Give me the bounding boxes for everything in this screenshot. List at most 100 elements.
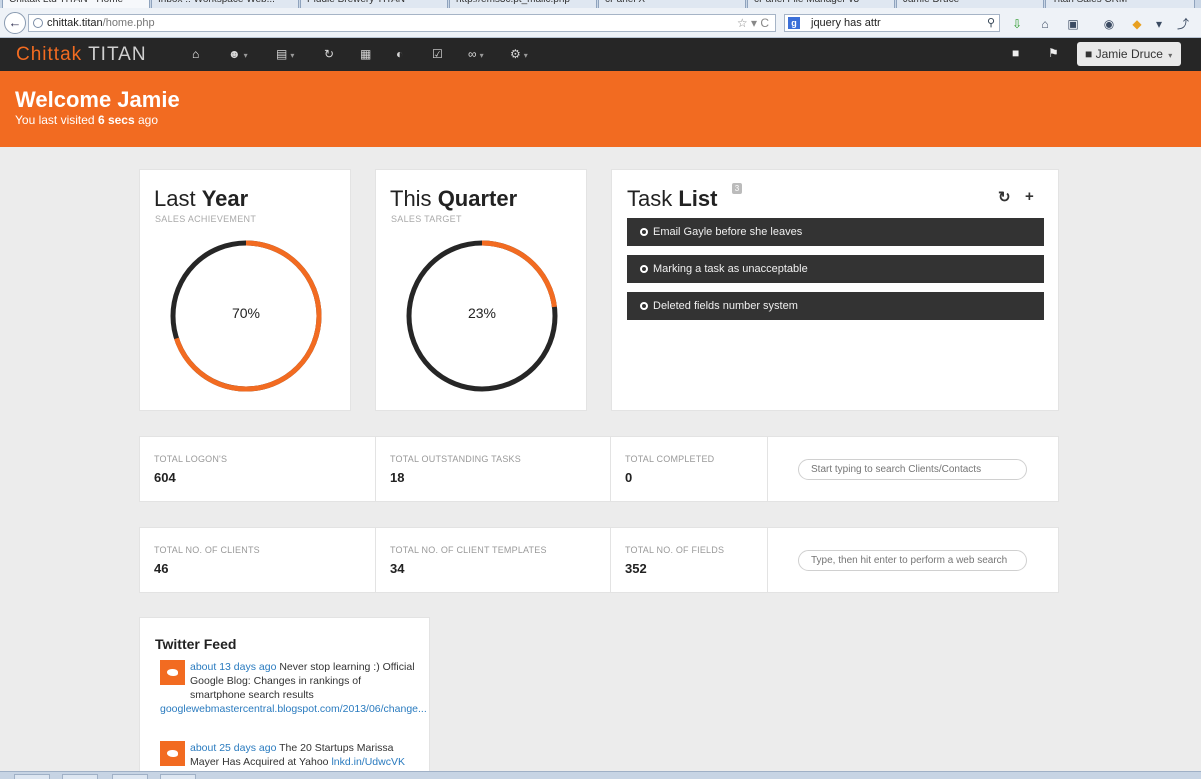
kpi-card-last-year: Last Year SALES ACHIEVEMENT 70% [139,169,351,411]
task-list-card: Task List 3 ↻ + Email Gayle before she l… [611,169,1059,411]
checkbox-icon[interactable] [640,228,648,236]
browser-search-input[interactable]: g jquery has attr ⚲ [784,14,1000,32]
browser-tab[interactable]: Titan Sales CRM [1045,0,1195,8]
chevron-down-icon: ▾ [523,51,528,60]
chevron-down-icon: ▾ [243,51,248,60]
extension-icon[interactable]: ◆ [1130,17,1144,31]
comment-icon[interactable]: ■ [1012,46,1019,60]
calendar-icon[interactable]: ▦ [360,46,371,62]
stat-completed: TOTAL COMPLETED 0 [611,437,768,501]
donut-percent-label: 70% [231,305,261,321]
client-search-input[interactable] [798,459,1027,480]
link-icon[interactable]: ∞ ▾ [468,46,484,62]
gear-icon[interactable]: ⚙ ▾ [510,46,528,62]
stat-client-templates: TOTAL NO. OF CLIENT TEMPLATES 34 [376,528,611,592]
kpi-subtitle: SALES TARGET [391,214,462,224]
stats-row-clients: TOTAL NO. OF CLIENTS 46 TOTAL NO. OF CLI… [139,527,1059,593]
stat-label: TOTAL NO. OF FIELDS [625,545,725,555]
app-navbar: Chittak TITAN ⌂ ☻ ▾ ▤ ▾ ↻ ▦ ◐ ☑ ∞ ▾ ⚙ ▾ ■ ⚑ … [0,38,1201,71]
browser-tab[interactable]: Jamie Druce [896,0,1044,8]
task-label: Deleted fields number system [653,300,798,312]
stat-value: 604 [154,470,176,485]
tweet-url-link[interactable]: lnkd.in/UdwcVK [331,756,405,768]
kpi-title-bold: Quarter [437,186,518,211]
taskbar-button[interactable] [112,774,148,779]
back-arrow-icon[interactable]: ← [4,12,26,34]
checkbox-icon[interactable] [640,265,648,273]
task-item[interactable]: Deleted fields number system [627,292,1044,320]
donut-percent-label: 23% [467,305,497,321]
search-icon[interactable]: ⚲ [987,15,995,31]
stats-row-tasks: TOTAL LOGON'S 604 TOTAL OUTSTANDING TASK… [139,436,1059,502]
user-name: Jamie Druce [1095,47,1163,61]
browser-tab[interactable]: Chittak Ltd TITAN - Home [2,0,150,8]
stat-outstanding-tasks: TOTAL OUTSTANDING TASKS 18 [376,437,611,501]
last-visited-text: You last visited 6 secs ago [15,113,158,127]
task-title-bold: List [678,186,718,211]
user-menu-button[interactable]: ■ Jamie Druce ▾ [1077,42,1181,66]
stat-total-clients: TOTAL NO. OF CLIENTS 46 [140,528,376,592]
taskbar-button[interactable] [160,774,196,779]
address-bar[interactable]: chittak.titan/home.php ☆ ▾ C [28,14,776,32]
taskbar-button[interactable] [62,774,98,779]
flag-icon[interactable]: ⚑ [1048,46,1059,60]
twitter-bird-icon [160,741,185,766]
browser-search-value: jquery has attr [811,17,881,29]
url-host: chittak.titan [47,17,103,29]
home-icon[interactable]: ⌂ [192,46,199,62]
url-path: /home.php [102,17,155,29]
checkbox-icon[interactable] [640,302,648,310]
google-icon: g [788,17,800,29]
stat-value: 18 [390,470,405,485]
task-title-light: Task [627,186,679,211]
chevron-down-icon: ▾ [479,51,484,60]
browser-tab[interactable]: Inbox :: Workspace Web... [151,0,299,8]
tweet-item: about 13 days ago Never stop learning :)… [160,660,427,716]
sidebar-icon[interactable]: ▣ [1066,17,1080,31]
stat-value: 352 [625,561,647,576]
brand-logo[interactable]: Chittak TITAN [16,44,147,66]
last-visited-suffix: ago [134,113,159,127]
user-icon: ■ [1085,47,1093,61]
kpi-title: Last Year [154,186,248,212]
refresh-icon[interactable]: ↻ [998,188,1011,206]
home-icon[interactable]: ⌂ [1038,17,1052,31]
welcome-title: Welcome Jamie [15,87,180,112]
stat-value: 46 [154,561,169,576]
checklist-icon[interactable]: ☑ [432,46,443,62]
browser-tab[interactable]: http://ems3c.pt_mailc.php [449,0,597,8]
chevron-down-icon: ▾ [290,51,295,60]
kpi-card-this-quarter: This Quarter SALES TARGET 23% [375,169,587,411]
task-item[interactable]: Email Gayle before she leaves [627,218,1044,246]
kpi-title: This Quarter [390,186,517,212]
task-count-badge: 3 [732,183,742,194]
twitter-feed-card: Twitter Feed about 13 days ago Never sto… [139,617,430,779]
browser-tab[interactable]: cPanel X [598,0,746,8]
tweet-url-link[interactable]: googlewebmastercentral.blogspot.com/2013… [160,702,427,716]
brand-primary: Chittak [16,44,83,65]
menu-chevron-icon[interactable]: ▾ [1152,17,1166,31]
book-icon[interactable]: ▤ ▾ [276,46,294,62]
task-item[interactable]: Marking a task as unacceptable [627,255,1044,283]
stat-total-logons: TOTAL LOGON'S 604 [140,437,376,501]
browser-tab[interactable]: Piddle Brewery TITAN [300,0,448,8]
task-label: Email Gayle before she leaves [653,226,803,238]
globe-icon [33,18,43,28]
twitter-feed-title: Twitter Feed [155,636,237,652]
addon-icon[interactable]: ◉ [1102,17,1116,31]
kpi-subtitle: SALES ACHIEVEMENT [155,214,257,224]
taskbar-button[interactable] [14,774,50,779]
add-task-icon[interactable]: + [1025,188,1034,205]
welcome-banner: Welcome Jamie You last visited 6 secs ag… [0,71,1201,147]
tweet-time-link[interactable]: about 25 days ago [190,742,276,754]
contrast-icon[interactable]: ◐ [396,46,403,62]
web-search-input[interactable] [798,550,1027,571]
bookmark-star-icon[interactable]: ☆ ▾ C [737,15,769,31]
download-icon[interactable]: ⇩ [1010,17,1024,31]
twitter-bird-icon [160,660,185,685]
browser-tab[interactable]: cPanel File Manager v3 [747,0,895,8]
tweet-time-link[interactable]: about 13 days ago [190,661,276,673]
people-icon[interactable]: ☻ ▾ [228,46,248,62]
tools-icon[interactable]: ⤴ [1176,17,1190,31]
refresh-icon[interactable]: ↻ [324,46,334,62]
